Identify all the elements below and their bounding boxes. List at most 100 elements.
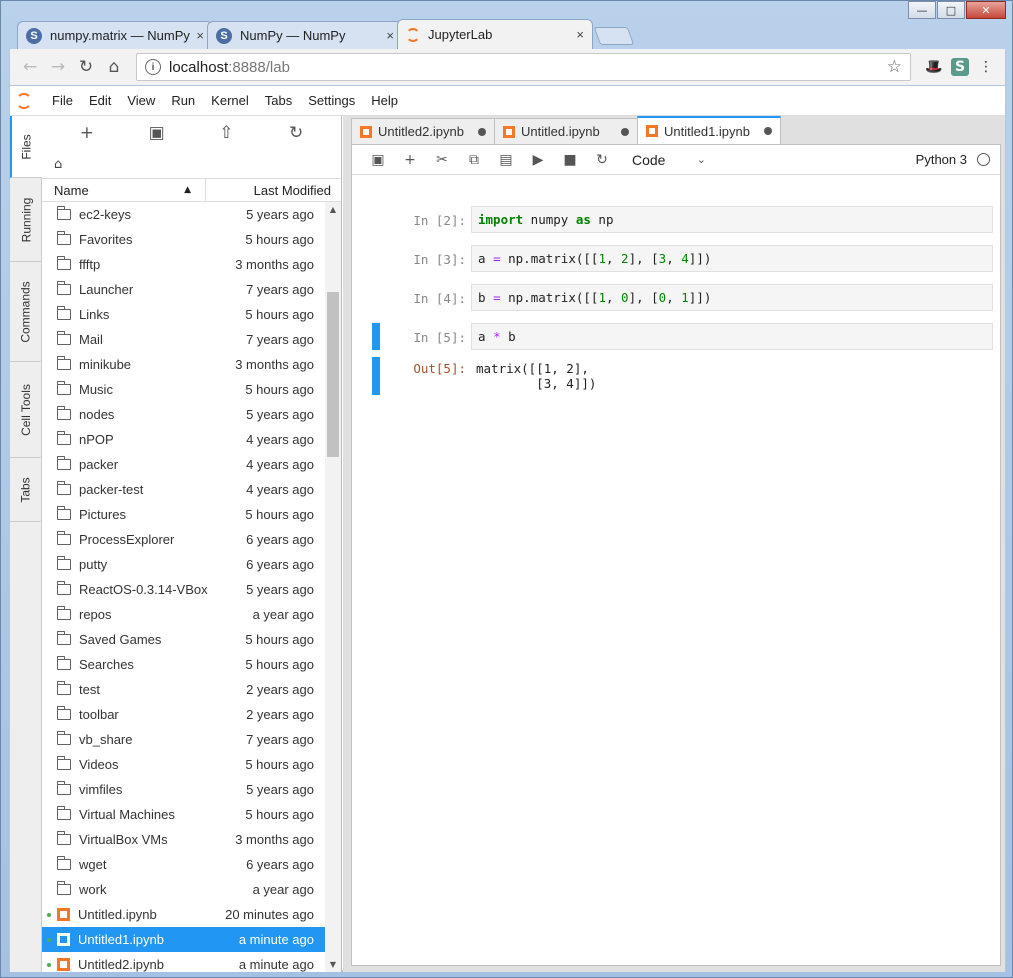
refresh-icon[interactable]: ↻ [276,123,316,143]
file-list-item[interactable]: putty 6 years ago [42,552,326,577]
code-cell[interactable]: In [2]: import numpy as np [352,205,1000,235]
cell-type-select[interactable]: Code ⌄ [632,152,706,168]
file-list-item[interactable]: ec2-keys 5 years ago [42,202,326,227]
file-list-item[interactable]: Searches 5 hours ago [42,652,326,677]
file-list-item[interactable]: test 2 years ago [42,677,326,702]
doc-tab-untitled2[interactable]: Untitled2.ipynb [351,118,495,144]
file-list-item[interactable]: Untitled1.ipynb a minute ago [42,927,326,952]
unsaved-dot-icon[interactable] [764,127,772,135]
menu-view[interactable]: View [127,93,155,108]
reload-button[interactable]: ↻ [74,55,98,79]
file-list-item[interactable]: toolbar 2 years ago [42,702,326,727]
upload-icon[interactable]: ⇧ [206,123,246,143]
menu-tabs[interactable]: Tabs [265,93,292,108]
close-tab-icon[interactable]: × [386,28,394,43]
file-list-item[interactable]: Favorites 5 hours ago [42,227,326,252]
run-icon[interactable]: ▶ [522,152,554,168]
file-list-item[interactable]: nodes 5 years ago [42,402,326,427]
sidetab-cell-tools[interactable]: Cell Tools [10,362,42,458]
file-list-item[interactable]: repos a year ago [42,602,326,627]
code-cell-active[interactable]: In [5]: a * b [352,322,1000,352]
scroll-down-icon[interactable]: ▼ [325,960,341,969]
extension-s-icon[interactable]: S [951,58,969,76]
back-button[interactable]: ← [18,55,42,79]
scrollbar-thumb[interactable] [327,292,339,457]
save-icon[interactable]: ▣ [362,152,394,168]
minimize-button[interactable]: — [908,1,936,19]
home-button[interactable]: ⌂ [102,55,126,79]
sidetab-files[interactable]: Files [10,116,42,178]
browser-menu-icon[interactable]: ⋮ [975,56,997,78]
menu-run[interactable]: Run [171,93,195,108]
sidetab-tabs[interactable]: Tabs [10,458,42,522]
new-tab-button[interactable] [593,27,635,45]
file-list-item[interactable]: Videos 5 hours ago [42,752,326,777]
code-cell[interactable]: In [3]: a = np.matrix([[1, 2], [3, 4]]) [352,244,1000,274]
cell-editor[interactable]: a * b [471,323,993,350]
close-window-button[interactable]: ✕ [966,1,1006,19]
column-header-name[interactable]: Name ▲ [42,179,206,201]
file-list-item[interactable]: Saved Games 5 hours ago [42,627,326,652]
kernel-name[interactable]: Python 3 [916,152,967,167]
file-list-item[interactable]: Virtual Machines 5 hours ago [42,802,326,827]
new-folder-icon[interactable]: ▣ [137,123,177,143]
column-header-modified[interactable]: Last Modified [206,183,341,198]
forward-button[interactable]: → [46,55,70,79]
menu-help[interactable]: Help [371,93,398,108]
insert-cell-icon[interactable]: + [394,152,426,168]
file-list-item[interactable]: Pictures 5 hours ago [42,502,326,527]
menu-settings[interactable]: Settings [308,93,355,108]
file-list-item[interactable]: ReactOS-0.3.14-VBox 5 years ago [42,577,326,602]
file-list-item[interactable]: vb_share 7 years ago [42,727,326,752]
cell-editor[interactable]: b = np.matrix([[1, 0], [0, 1]]) [471,284,993,311]
code-cell[interactable]: In [4]: b = np.matrix([[1, 0], [0, 1]]) [352,283,1000,313]
close-tab-icon[interactable]: × [576,27,584,42]
scroll-up-icon[interactable]: ▲ [325,205,341,214]
info-icon[interactable]: i [145,59,161,75]
file-list-item[interactable]: Launcher 7 years ago [42,277,326,302]
copy-icon[interactable]: ⧉ [458,152,490,168]
unsaved-dot-icon[interactable] [621,127,629,136]
paste-icon[interactable]: ▤ [490,152,522,168]
close-tab-icon[interactable]: × [196,28,204,43]
browser-tab-jupyterlab[interactable]: JupyterLab × [397,19,593,49]
doc-tab-untitled1[interactable]: Untitled1.ipynb [637,116,781,144]
menu-kernel[interactable]: Kernel [211,93,249,108]
file-list-item[interactable]: Untitled.ipynb 20 minutes ago [42,902,326,927]
doc-tab-untitled[interactable]: Untitled.ipynb [494,118,638,144]
file-list-item[interactable]: ffftp 3 months ago [42,252,326,277]
file-list-item[interactable]: Links 5 hours ago [42,302,326,327]
output-collapser[interactable] [372,357,380,395]
file-list-item[interactable]: work a year ago [42,877,326,902]
browser-tab-numpy-matrix[interactable]: S numpy.matrix — NumPy × [17,21,213,49]
cell-editor[interactable]: a = np.matrix([[1, 2], [3, 4]]) [471,245,993,272]
menu-edit[interactable]: Edit [89,93,111,108]
home-folder-icon[interactable]: ⌂ [54,157,62,172]
sidetab-running[interactable]: Running [10,178,42,262]
file-list-item[interactable]: Mail 7 years ago [42,327,326,352]
maximize-button[interactable]: □ [937,1,965,19]
file-list-item[interactable]: Untitled2.ipynb a minute ago [42,952,326,972]
file-list-item[interactable]: wget 6 years ago [42,852,326,877]
extension-hat-icon[interactable]: 🎩 [923,56,945,78]
file-list-item[interactable]: vimfiles 5 years ago [42,777,326,802]
browser-tab-numpy[interactable]: S NumPy — NumPy × [207,21,403,49]
file-list-scrollbar[interactable]: ▲ ▼ [325,202,341,972]
file-list-item[interactable]: Music 5 hours ago [42,377,326,402]
address-bar[interactable]: i localhost:8888/lab ☆ [136,53,911,81]
file-list-item[interactable]: packer-test 4 years ago [42,477,326,502]
unsaved-dot-icon[interactable] [478,127,486,136]
sidetab-commands[interactable]: Commands [10,262,42,362]
cut-icon[interactable]: ✂ [426,152,458,168]
new-launcher-button[interactable]: + [67,123,107,143]
file-list-item[interactable]: minikube 3 months ago [42,352,326,377]
cell-collapser[interactable] [372,323,380,350]
bookmark-star-icon[interactable]: ☆ [887,57,902,77]
file-list-item[interactable]: ProcessExplorer 6 years ago [42,527,326,552]
file-list-item[interactable]: nPOP 4 years ago [42,427,326,452]
restart-icon[interactable]: ↻ [586,152,618,168]
menu-file[interactable]: File [52,93,73,108]
file-list-item[interactable]: packer 4 years ago [42,452,326,477]
cell-editor[interactable]: import numpy as np [471,206,993,233]
stop-icon[interactable]: ■ [554,152,586,168]
